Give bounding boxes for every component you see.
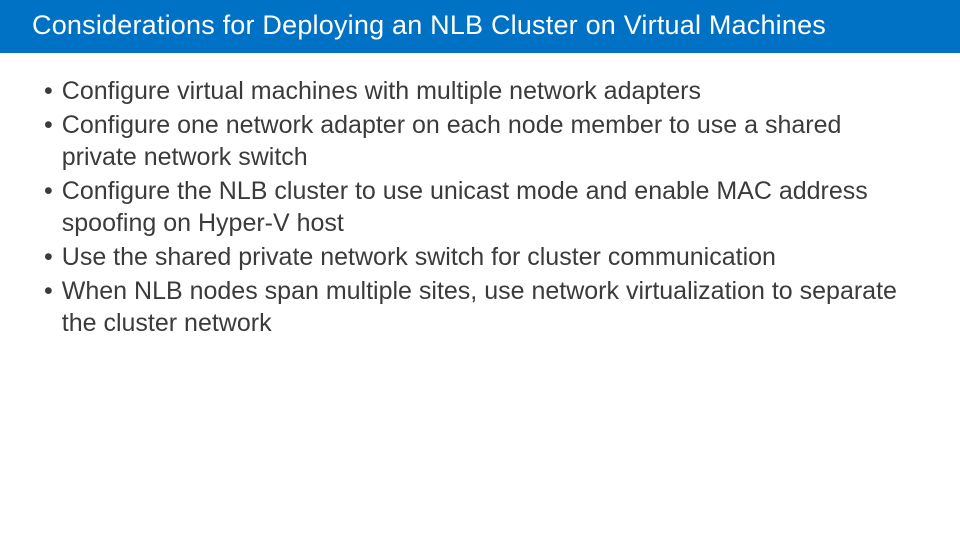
- bullet-dot-icon: •: [44, 109, 62, 173]
- bullet-dot-icon: •: [44, 275, 62, 339]
- bullet-item: • Use the shared private network switch …: [44, 241, 920, 273]
- bullet-text: Configure virtual machines with multiple…: [62, 75, 920, 107]
- bullet-text: Configure the NLB cluster to use unicast…: [62, 175, 920, 239]
- bullet-item: • When NLB nodes span multiple sites, us…: [44, 275, 920, 339]
- bullet-dot-icon: •: [44, 175, 62, 239]
- slide-title: Considerations for Deploying an NLB Clus…: [32, 10, 826, 40]
- bullet-item: • Configure one network adapter on each …: [44, 109, 920, 173]
- bullet-text: Configure one network adapter on each no…: [62, 109, 920, 173]
- slide-title-bar: Considerations for Deploying an NLB Clus…: [0, 0, 960, 53]
- bullet-item: • Configure the NLB cluster to use unica…: [44, 175, 920, 239]
- bullet-dot-icon: •: [44, 75, 62, 107]
- bullet-text: When NLB nodes span multiple sites, use …: [62, 275, 920, 339]
- bullet-item: • Configure virtual machines with multip…: [44, 75, 920, 107]
- slide-content: • Configure virtual machines with multip…: [0, 53, 960, 339]
- bullet-text: Use the shared private network switch fo…: [62, 241, 920, 273]
- bullet-dot-icon: •: [44, 241, 62, 273]
